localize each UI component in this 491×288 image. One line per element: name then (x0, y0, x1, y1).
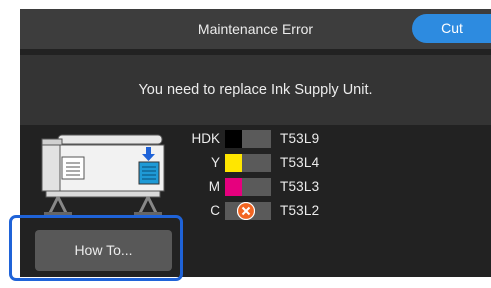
ink-code: T53L3 (280, 179, 320, 194)
title-bar: Maintenance Error Cut (20, 9, 491, 49)
ink-label: HDK (191, 131, 220, 146)
ink-label: M (208, 179, 220, 194)
ink-code: T53L2 (280, 203, 320, 218)
ink-level-indicator (225, 202, 271, 220)
ink-code: T53L9 (280, 131, 320, 146)
ink-label: Y (210, 155, 220, 170)
ink-swatch-magenta (225, 178, 242, 196)
ink-code: T53L4 (280, 155, 320, 170)
error-x-icon (237, 202, 255, 220)
ink-level-indicator (225, 178, 271, 196)
printer-icon (41, 134, 165, 216)
ink-swatch-black (225, 130, 242, 148)
ink-level-indicator (225, 130, 271, 148)
ink-label: C (210, 203, 220, 218)
cut-button[interactable]: Cut (412, 14, 491, 43)
ink-level-indicator (225, 154, 271, 172)
error-message: You need to replace Ink Supply Unit. (138, 82, 373, 98)
ink-swatch-yellow (225, 154, 242, 172)
message-panel: You need to replace Ink Supply Unit. (20, 55, 491, 125)
highlight-frame (9, 215, 183, 281)
